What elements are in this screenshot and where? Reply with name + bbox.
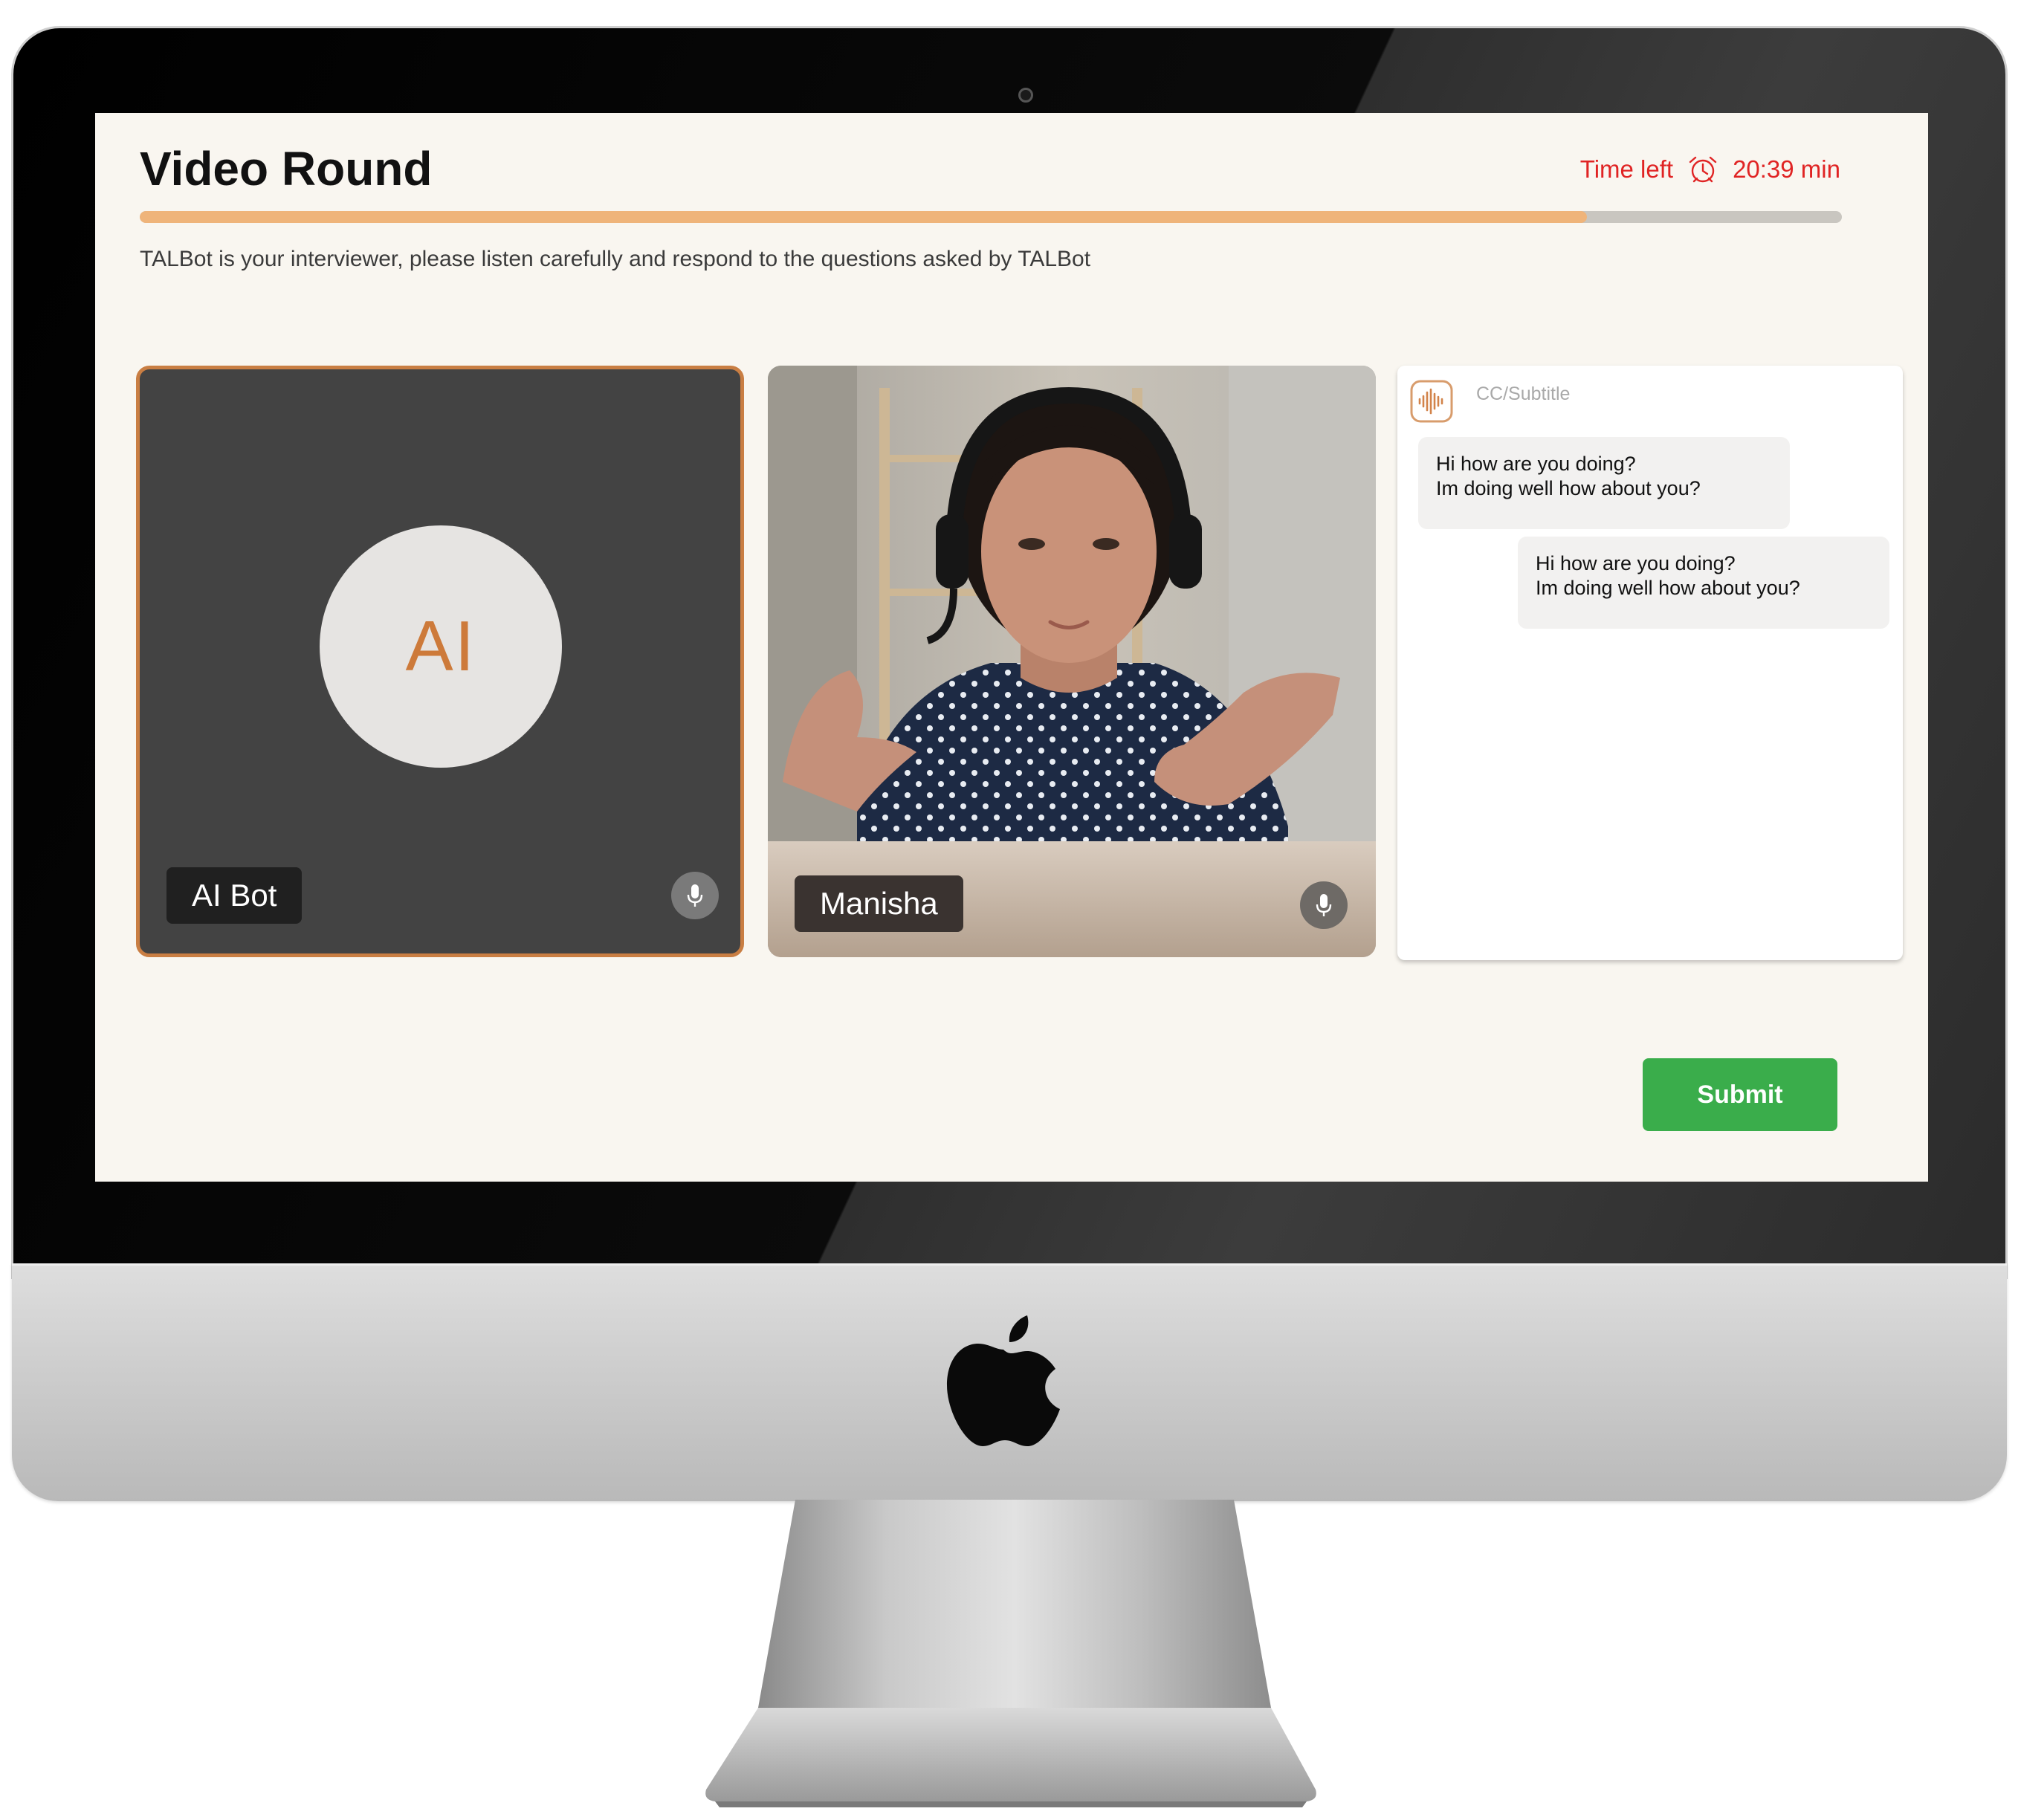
progress-bar — [140, 211, 1842, 223]
alarm-clock-icon — [1689, 156, 1717, 183]
ai-bot-video-tile[interactable]: AI AI Bot — [136, 366, 744, 957]
subtitle-message: Hi how are you doing? Im doing well how … — [1518, 537, 1889, 629]
progress-bar-fill — [140, 211, 1587, 223]
subtitle-line: Im doing well how about you? — [1536, 577, 1800, 599]
candidate-video-feed — [768, 366, 1376, 957]
microphone-icon — [1316, 894, 1332, 916]
subtitle-line: Hi how are you doing? — [1436, 453, 1636, 475]
participant-name-tag: Manisha — [795, 875, 963, 932]
time-left-indicator: Time left 20:39 min — [1580, 155, 1840, 184]
subtitle-message: Hi how are you doing? Im doing well how … — [1418, 437, 1790, 529]
subtitles-label: CC/Subtitle — [1476, 383, 1571, 404]
participant-name-tag: AI Bot — [166, 867, 303, 924]
audio-waveform-icon — [1410, 380, 1453, 423]
ai-avatar-text: AI — [405, 606, 476, 686]
monitor-stand — [705, 1500, 1316, 1807]
instructions-text: TALBot is your interviewer, please liste… — [140, 247, 1091, 271]
webcam-lens — [1018, 88, 1033, 103]
subtitles-panel: CC/Subtitle Hi how are you doing? Im doi… — [1397, 366, 1903, 960]
subtitle-line: Hi how are you doing? — [1536, 552, 1736, 574]
ai-bot-mic-button[interactable] — [671, 872, 719, 919]
time-left-label: Time left — [1579, 155, 1674, 183]
submit-button[interactable]: Submit — [1643, 1058, 1837, 1131]
microphone-icon — [687, 884, 703, 907]
apple-logo-icon — [947, 1315, 1060, 1446]
candidate-video-tile[interactable]: Manisha — [768, 366, 1376, 957]
ai-avatar: AI — [320, 525, 562, 768]
subtitle-line: Im doing well how about you? — [1436, 477, 1701, 499]
time-left-value: 20:39 min — [1733, 155, 1840, 183]
candidate-mic-button[interactable] — [1300, 881, 1348, 929]
page-title: Video Round — [140, 142, 433, 195]
app-screen: Video Round Time left 20:39 min TALBot i… — [95, 113, 1928, 1182]
